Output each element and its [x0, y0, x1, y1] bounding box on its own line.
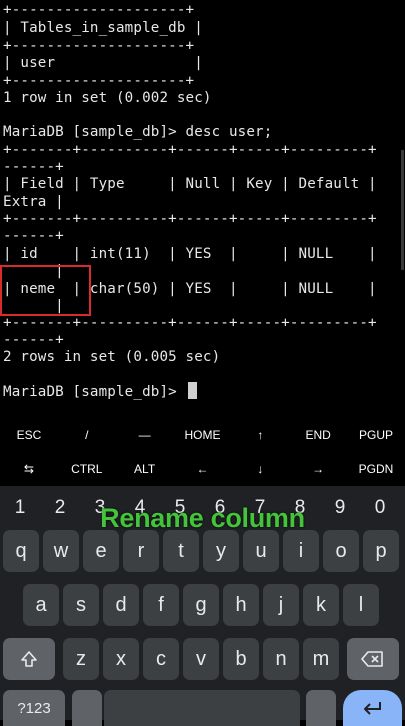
key-j[interactable]: j	[263, 584, 299, 626]
backspace-key[interactable]	[347, 638, 399, 680]
key-n[interactable]: n	[263, 638, 299, 680]
ctrl-key[interactable]: CTRL	[58, 452, 116, 486]
enter-key[interactable]	[343, 690, 402, 726]
key-h[interactable]: h	[223, 584, 259, 626]
key-x[interactable]: x	[103, 638, 139, 680]
terminal-line: 1 row in set (0.002 sec)	[3, 90, 212, 106]
highlight-box	[0, 265, 91, 316]
terminal-line: 2 rows in set (0.005 sec)	[3, 349, 221, 365]
key-c[interactable]: c	[143, 638, 179, 680]
left-arrow-key[interactable]: ←	[174, 452, 232, 486]
terminal-line: | Tables_in_sample_db |	[3, 20, 203, 36]
key-f[interactable]: f	[143, 584, 179, 626]
key-r[interactable]: r	[123, 530, 159, 572]
key-2[interactable]: 2	[40, 490, 80, 526]
key-l[interactable]: l	[343, 584, 379, 626]
key-0[interactable]: 0	[360, 490, 400, 526]
pgdn-key[interactable]: PGDN	[347, 452, 405, 486]
key-b[interactable]: b	[223, 638, 259, 680]
alt-key[interactable]: ALT	[116, 452, 174, 486]
key-y[interactable]: y	[203, 530, 239, 572]
terminal-line: MariaDB [sample_db]> desc user;	[3, 124, 273, 140]
scrollbar[interactable]	[401, 150, 404, 270]
key-m[interactable]: m	[303, 638, 339, 680]
extra-keys-bar: ESC / — HOME ↑ END PGUP ⇆ CTRL ALT ← ↓ →…	[0, 418, 405, 486]
key-z[interactable]: z	[63, 638, 99, 680]
terminal-line: ------+	[3, 228, 64, 244]
soft-keyboard: 1 2 3 4 5 6 7 8 9 0 q w e r t y u i o p …	[0, 486, 405, 726]
slash-key[interactable]: /	[58, 418, 116, 452]
terminal-line: | user |	[3, 55, 203, 71]
key-v[interactable]: v	[183, 638, 219, 680]
key-7[interactable]: 7	[240, 490, 280, 526]
key-1[interactable]: 1	[0, 490, 40, 526]
key-5[interactable]: 5	[160, 490, 200, 526]
pgup-key[interactable]: PGUP	[347, 418, 405, 452]
period-key[interactable]	[306, 690, 336, 726]
comma-key[interactable]	[72, 690, 102, 726]
end-key[interactable]: END	[289, 418, 347, 452]
key-k[interactable]: k	[303, 584, 339, 626]
right-arrow-key[interactable]: →	[289, 452, 347, 486]
key-d[interactable]: d	[103, 584, 139, 626]
key-t[interactable]: t	[163, 530, 199, 572]
key-i[interactable]: i	[283, 530, 319, 572]
dash-key[interactable]: —	[116, 418, 174, 452]
up-arrow-key[interactable]: ↑	[231, 418, 289, 452]
key-p[interactable]: p	[363, 530, 399, 572]
key-4[interactable]: 4	[120, 490, 160, 526]
terminal-line: +--------------------+	[3, 2, 195, 18]
space-key[interactable]	[104, 690, 300, 726]
key-o[interactable]: o	[323, 530, 359, 572]
shift-icon	[19, 649, 39, 669]
esc-key[interactable]: ESC	[0, 418, 58, 452]
key-s[interactable]: s	[63, 584, 99, 626]
terminal-line: | Field | Type | Null | Key | Default |	[3, 176, 377, 192]
home-key[interactable]: HOME	[174, 418, 232, 452]
key-9[interactable]: 9	[320, 490, 360, 526]
key-3[interactable]: 3	[80, 490, 120, 526]
key-q[interactable]: q	[3, 530, 39, 572]
key-a[interactable]: a	[23, 584, 59, 626]
down-arrow-key[interactable]: ↓	[231, 452, 289, 486]
key-8[interactable]: 8	[280, 490, 320, 526]
terminal-prompt-line[interactable]: MariaDB [sample_db]>	[3, 382, 197, 402]
backspace-icon	[361, 650, 385, 668]
terminal-output: +--------------------+ | Tables_in_sampl…	[0, 0, 405, 410]
shift-key[interactable]	[3, 638, 55, 680]
tab-key[interactable]: ⇆	[0, 452, 58, 486]
text-cursor	[187, 382, 197, 399]
prompt-text: MariaDB [sample_db]>	[3, 384, 186, 400]
key-e[interactable]: e	[83, 530, 119, 572]
key-w[interactable]: w	[43, 530, 79, 572]
enter-icon	[362, 700, 384, 716]
symbols-key[interactable]: ?123	[3, 690, 65, 726]
key-g[interactable]: g	[183, 584, 219, 626]
key-6[interactable]: 6	[200, 490, 240, 526]
key-u[interactable]: u	[243, 530, 279, 572]
